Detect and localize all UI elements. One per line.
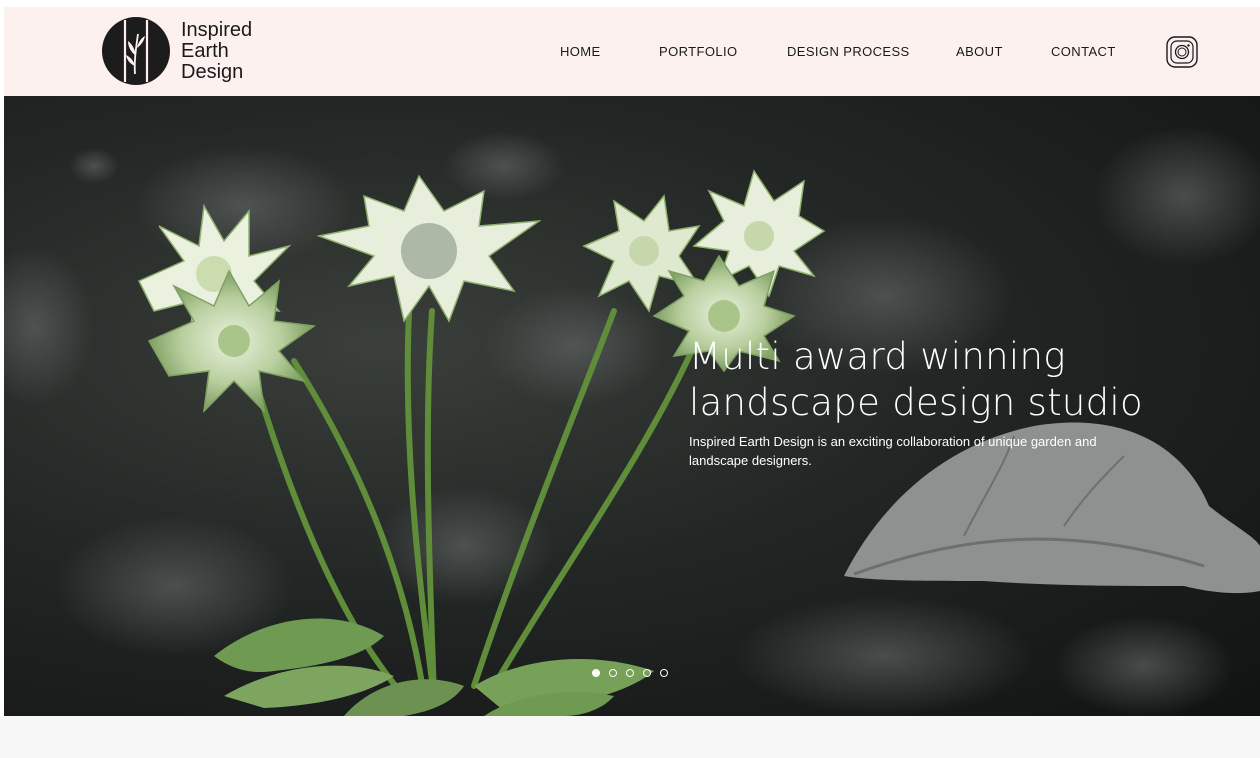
site-logo[interactable]: Inspired Earth Design [101, 16, 252, 86]
slider-dot-5[interactable] [660, 669, 668, 677]
hero-title-line-2: landscape design studio [689, 381, 1143, 424]
slider-dot-4[interactable] [643, 669, 651, 677]
hero-title-line-1: Multi award winning [689, 335, 1066, 378]
below-hero-section [0, 716, 1260, 758]
slider-dot-3[interactable] [626, 669, 634, 677]
site-header: Inspired Earth Design HOME PORTFOLIO DES… [4, 7, 1260, 96]
brand-name: Inspired Earth Design [181, 18, 253, 83]
hero-subtitle: Inspired Earth Design is an exciting col… [689, 434, 1097, 468]
nav-about[interactable]: ABOUT [956, 44, 1003, 59]
hero-slider: Multi award winning landscape design stu… [4, 96, 1260, 716]
slider-dot-2[interactable] [609, 669, 617, 677]
nav-portfolio[interactable]: PORTFOLIO [659, 44, 737, 59]
instagram-link[interactable] [1166, 36, 1198, 68]
brand-name-line-1: Inspired [181, 18, 253, 41]
instagram-icon [1166, 36, 1198, 68]
brand-name-line-2: Earth [181, 39, 229, 62]
slider-dots [592, 668, 668, 678]
top-strip [0, 0, 1260, 7]
hero-title: Multi award winning landscape design stu… [689, 334, 1209, 426]
page: Inspired Earth Design HOME PORTFOLIO DES… [0, 0, 1260, 758]
brand-name-line-3: Design [181, 60, 244, 83]
slider-dot-1[interactable] [592, 669, 600, 677]
nav-contact[interactable]: CONTACT [1051, 44, 1116, 59]
nav-home[interactable]: HOME [560, 44, 601, 59]
nav-design-process[interactable]: DESIGN PROCESS [787, 44, 910, 59]
bamboo-leaf-circle-icon [102, 17, 170, 85]
